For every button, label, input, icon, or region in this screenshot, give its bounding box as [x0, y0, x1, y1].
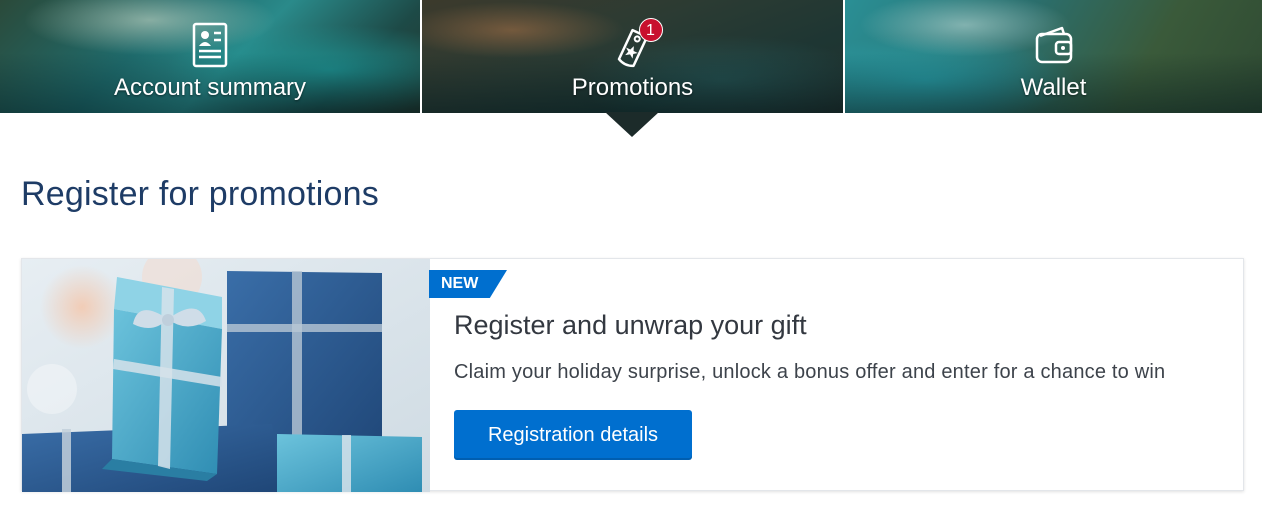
tab-label: Wallet — [1020, 74, 1087, 101]
selected-tab-pointer — [605, 112, 659, 137]
tab-account-summary[interactable]: Account summary — [0, 0, 420, 113]
tab-wallet[interactable]: Wallet — [845, 0, 1262, 113]
tab-label: Promotions — [571, 74, 694, 101]
promo-description: Claim your holiday surprise, unlock a bo… — [454, 361, 1166, 383]
tab-label: Account summary — [113, 74, 307, 101]
gift-boxes-illustration — [22, 259, 430, 492]
page-title: Register for promotions — [21, 175, 379, 213]
registration-details-button[interactable]: Registration details — [454, 410, 692, 460]
account-card-icon — [192, 22, 228, 68]
tab-promotions[interactable]: 1 Promotions — [420, 0, 845, 113]
wallet-icon — [1035, 26, 1072, 64]
promo-title: Register and unwrap your gift — [454, 310, 807, 340]
notification-badge: 1 — [638, 18, 663, 42]
promo-card: NEW Register and unwrap your gift Claim … — [21, 258, 1244, 492]
promotion-icon-wrap: 1 — [611, 18, 663, 70]
top-tabs: Account summary 1 Promotions Wallet — [0, 0, 1262, 113]
new-tag: NEW — [429, 270, 507, 298]
gift-boxes-image — [22, 259, 430, 492]
